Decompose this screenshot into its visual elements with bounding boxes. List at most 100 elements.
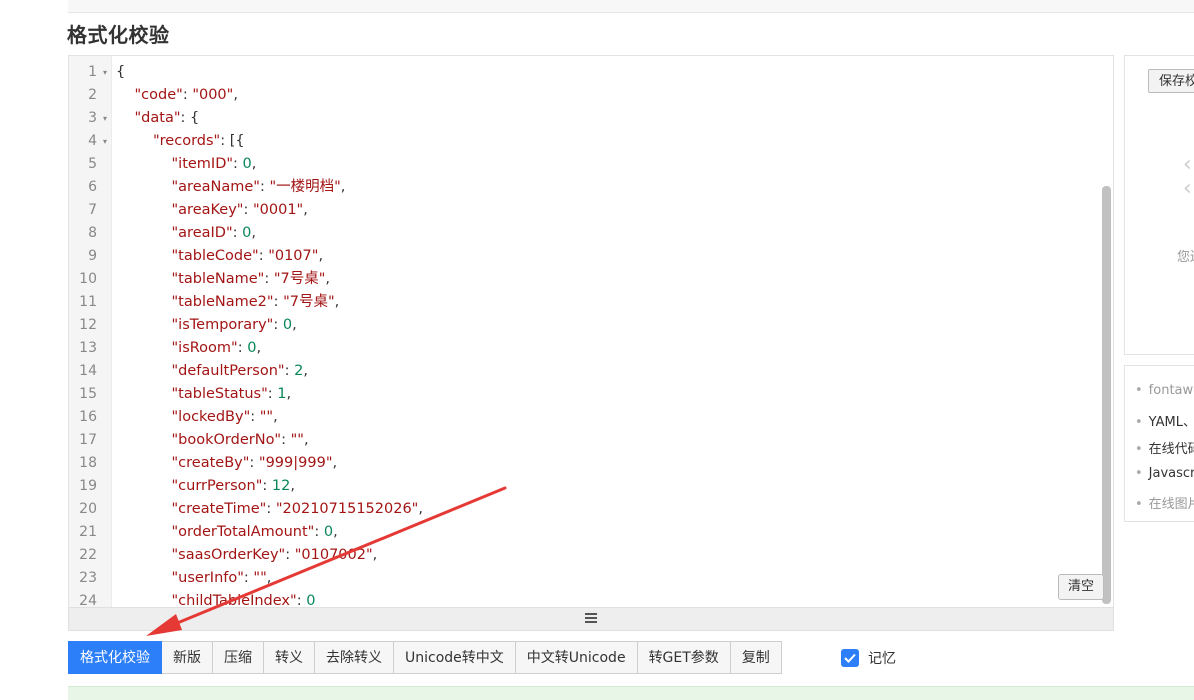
line-number: 2 [69, 84, 111, 107]
side-link[interactable]: • 在线图片 [1135, 493, 1194, 512]
line-number: 18 [69, 452, 111, 475]
json-value: "0107" [268, 248, 319, 264]
code-line: "records": [{ [153, 130, 245, 153]
json-punct: : [182, 87, 193, 103]
json-key: "tableName" [171, 271, 265, 287]
fold-toggle-icon[interactable]: ▾ [103, 130, 107, 153]
json-key: "orderTotalAmount" [171, 524, 315, 540]
line-number-text: 12 [79, 317, 97, 333]
code-line: "childTableIndex": 0 [172, 590, 316, 608]
json-punct: { [116, 64, 126, 80]
action-toolbar: 格式化校验 新版 压缩 转义 去除转义 Unicode转中文 中文转Unicode 转GET参… [68, 641, 782, 674]
side-link[interactable]: • fontawe [1135, 383, 1194, 398]
line-number-text: 1 [88, 64, 97, 80]
line-number: 22 [69, 544, 111, 567]
toolbar-button[interactable]: 转GET参数 [637, 641, 731, 674]
chevron-left-icon: ‹ [1183, 152, 1192, 177]
json-punct: : [262, 478, 272, 494]
checkbox-checked-icon[interactable] [841, 649, 859, 667]
fold-toggle-icon[interactable]: ▾ [103, 107, 107, 130]
json-value: 0 [306, 593, 316, 608]
json-value: 1 [277, 386, 287, 402]
json-punct: , [318, 248, 324, 264]
side-link-text: 在线代码 [1148, 442, 1194, 457]
line-number: 12 [69, 314, 111, 337]
json-punct: : [296, 593, 307, 608]
toolbar-button[interactable]: 新版 [162, 641, 213, 674]
clear-button[interactable]: 清空 [1058, 574, 1104, 600]
side-link-text: 在线图片 [1148, 497, 1194, 512]
json-punct: , [273, 409, 278, 425]
json-punct: : [273, 294, 284, 310]
line-number: 6 [69, 176, 111, 199]
line-number: 14 [69, 360, 111, 383]
code-line: "orderTotalAmount": 0, [172, 521, 338, 544]
json-editor[interactable]: 1 ▾ 2 3 ▾ 4 ▾ 5 6 7 8 9 10 11 12 13 14 15 16 17 18 19 20 21 22 23… [68, 55, 1114, 608]
line-number: 13 [69, 337, 111, 360]
code-line: "areaKey": "0001", [172, 199, 308, 222]
toolbar-button[interactable]: Unicode转中文 [394, 641, 516, 674]
code-line: "createTime": "20210715152026", [172, 498, 423, 521]
code-area[interactable]: { "code": "000", "data": {"records": [{ "it… [111, 56, 1113, 608]
code-line: "lockedBy": "", [172, 406, 278, 429]
json-punct: : [{ [220, 133, 245, 149]
toolbar-button[interactable]: 去除转义 [315, 641, 394, 674]
side-link[interactable]: • YAML、 [1135, 411, 1194, 430]
line-number-text: 10 [79, 271, 97, 287]
json-value: "0001" [252, 202, 304, 218]
json-punct: , [334, 294, 340, 310]
code-line: "tableName": "7号桌", [172, 268, 331, 291]
line-number-text: 19 [79, 478, 97, 494]
code-line: "bookOrderNo": "", [172, 429, 309, 452]
line-number-text: 8 [88, 225, 97, 241]
line-number-text: 23 [79, 570, 97, 586]
remember-toggle[interactable]: 记忆 [841, 648, 896, 668]
remember-label: 记忆 [868, 651, 896, 667]
json-key: "tableStatus" [171, 386, 268, 402]
line-number: 23 [69, 567, 111, 590]
toolbar-button[interactable]: 压缩 [213, 641, 264, 674]
json-key: "saasOrderKey" [171, 547, 286, 563]
code-line: "userInfo": "", [172, 567, 272, 590]
side-link[interactable]: • Javascr [1135, 466, 1194, 481]
json-punct: , [233, 87, 238, 103]
line-number-text: 6 [88, 179, 97, 195]
code-line: "tableCode": "0107", [172, 245, 324, 268]
line-number: 17 [69, 429, 111, 452]
line-number-text: 9 [88, 248, 97, 264]
json-punct: : [284, 363, 295, 379]
json-punct: , [290, 478, 295, 494]
json-key: "areaKey" [171, 202, 244, 218]
toolbar-button[interactable]: 中文转Unicode [515, 641, 638, 674]
code-line: "isTemporary": 0, [172, 314, 297, 337]
toolbar-button[interactable]: 格式化校验 [68, 641, 162, 674]
json-key: "isRoom" [171, 340, 238, 356]
toolbar-button[interactable]: 转义 [264, 641, 315, 674]
json-punct: : [243, 202, 253, 218]
line-number-text: 15 [79, 386, 97, 402]
code-line: "currPerson": 12, [172, 475, 295, 498]
json-punct: , [372, 547, 378, 563]
side-link[interactable]: • 在线代码 [1135, 438, 1194, 457]
json-punct: : [249, 455, 259, 471]
fold-toggle-icon[interactable]: ▾ [103, 61, 107, 84]
code-line: "areaID": 0, [172, 222, 256, 245]
line-number-text: 2 [88, 87, 97, 103]
save-validation-button[interactable]: 保存校 [1148, 69, 1194, 93]
json-key: "lockedBy" [171, 409, 251, 425]
line-number-text: 24 [79, 593, 97, 608]
code-line: "data": { [135, 107, 200, 130]
line-number: 15 [69, 383, 111, 406]
editor-scrollbar[interactable] [1102, 186, 1111, 604]
code-line: "code": "000", [135, 84, 238, 107]
json-key: "itemID" [171, 156, 234, 172]
toolbar-button[interactable]: 复制 [730, 641, 782, 674]
line-number-text: 22 [79, 547, 97, 563]
json-punct: : [266, 501, 276, 517]
page-title: 格式化校验 [67, 23, 170, 47]
editor-resize-handle[interactable] [68, 607, 1114, 631]
code-line: "areaName": "一楼明档", [172, 176, 346, 199]
bullet-icon: • [1135, 497, 1143, 512]
json-punct: : [273, 317, 283, 333]
json-value: "一楼明档" [269, 179, 341, 195]
